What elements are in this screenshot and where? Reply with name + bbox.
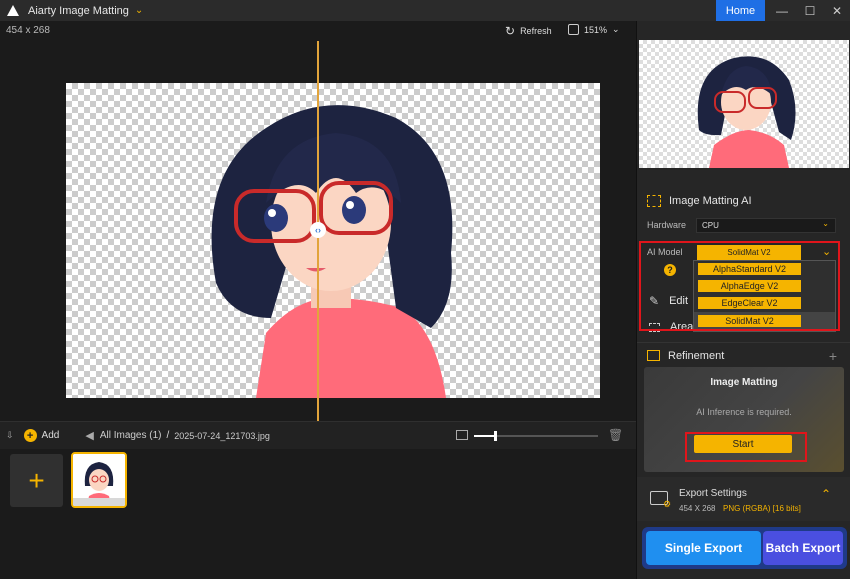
collapse-icon[interactable]: ⇩ xyxy=(6,430,14,441)
minimize-icon[interactable]: — xyxy=(768,0,796,21)
zoom-fit-icon xyxy=(568,24,579,35)
ai-model-highlight xyxy=(639,241,840,331)
hardware-select[interactable]: CPU ⌄ xyxy=(696,218,836,233)
export-dims: 454 X 268 xyxy=(679,504,716,513)
image-viewer: 454 x 268 ↻ Refresh 151% ⌄ ‹› xyxy=(0,21,636,421)
image-dimensions: 454 x 268 xyxy=(6,25,50,36)
back-arrow-icon[interactable]: ◀ xyxy=(85,429,93,442)
app-logo-icon xyxy=(6,4,20,18)
image-canvas[interactable] xyxy=(66,83,600,398)
close-icon[interactable]: ✕ xyxy=(823,0,850,21)
refresh-icon: ↻ xyxy=(505,24,516,38)
thumbnail-strip: + xyxy=(0,449,636,579)
breadcrumb-root[interactable]: All Images (1) xyxy=(100,430,162,441)
image-size-icon xyxy=(456,430,468,440)
compare-handle-icon[interactable]: ‹› xyxy=(310,222,326,238)
app-title: Aiarty Image Matting xyxy=(28,4,129,17)
card-message: AI Inference is required. xyxy=(696,407,792,417)
maximize-icon[interactable]: ☐ xyxy=(796,0,824,21)
add-image-button[interactable]: + xyxy=(10,454,63,507)
export-gear-icon: ⚙ xyxy=(663,499,672,509)
refinement-label: Refinement xyxy=(668,349,725,362)
image-thumbnail[interactable] xyxy=(71,452,127,508)
export-settings[interactable]: ⚙ Export Settings 454 X 268 PNG (RGBA) [… xyxy=(637,477,850,521)
zoom-chevron-icon: ⌄ xyxy=(612,24,620,34)
preview-image xyxy=(639,40,849,168)
trash-icon[interactable]: 🗑 xyxy=(608,428,623,442)
export-collapse-icon[interactable]: ⌃ xyxy=(821,487,831,501)
hardware-row: Hardware xyxy=(647,220,686,230)
refresh-label: Refresh xyxy=(520,26,552,36)
single-export-button[interactable]: Single Export xyxy=(646,531,761,565)
hardware-label: Hardware xyxy=(647,220,687,230)
zoom-control[interactable]: 151% ⌄ xyxy=(568,24,620,35)
breadcrumb-filename: 2025-07-24_121703.jpg xyxy=(174,430,270,441)
hardware-chevron-icon: ⌄ xyxy=(822,219,829,228)
refinement-add-icon[interactable]: + xyxy=(829,348,837,364)
refresh-button[interactable]: ↻ Refresh xyxy=(505,24,552,38)
matting-ai-title: Image Matting AI xyxy=(669,195,752,207)
hardware-value: CPU xyxy=(702,221,719,230)
refinement-row[interactable]: Refinement + xyxy=(637,342,850,368)
matting-ai-header: Image Matting AI xyxy=(637,188,850,214)
card-title: Image Matting xyxy=(710,377,778,388)
matted-portrait xyxy=(211,105,453,398)
export-settings-title: Export Settings xyxy=(679,488,747,499)
add-label[interactable]: Add xyxy=(42,430,60,441)
add-icon[interactable]: + xyxy=(23,429,37,442)
refinement-icon xyxy=(647,350,660,361)
batch-export-button[interactable]: Batch Export xyxy=(763,531,843,565)
app-menu-chevron-icon[interactable]: ⌄ xyxy=(135,5,143,16)
zoom-level: 151% xyxy=(584,24,608,35)
export-format: PNG (RGBA) [16 bits] xyxy=(723,504,801,513)
thumbnail-size-slider[interactable] xyxy=(474,431,598,441)
file-bar: ⇩ + Add ◀ All Images (1) / 2025-07-24_12… xyxy=(0,421,636,449)
matting-ai-icon xyxy=(647,195,661,207)
start-highlight xyxy=(685,432,807,462)
home-button[interactable]: Home xyxy=(716,0,765,21)
breadcrumb-separator: / xyxy=(166,430,170,441)
